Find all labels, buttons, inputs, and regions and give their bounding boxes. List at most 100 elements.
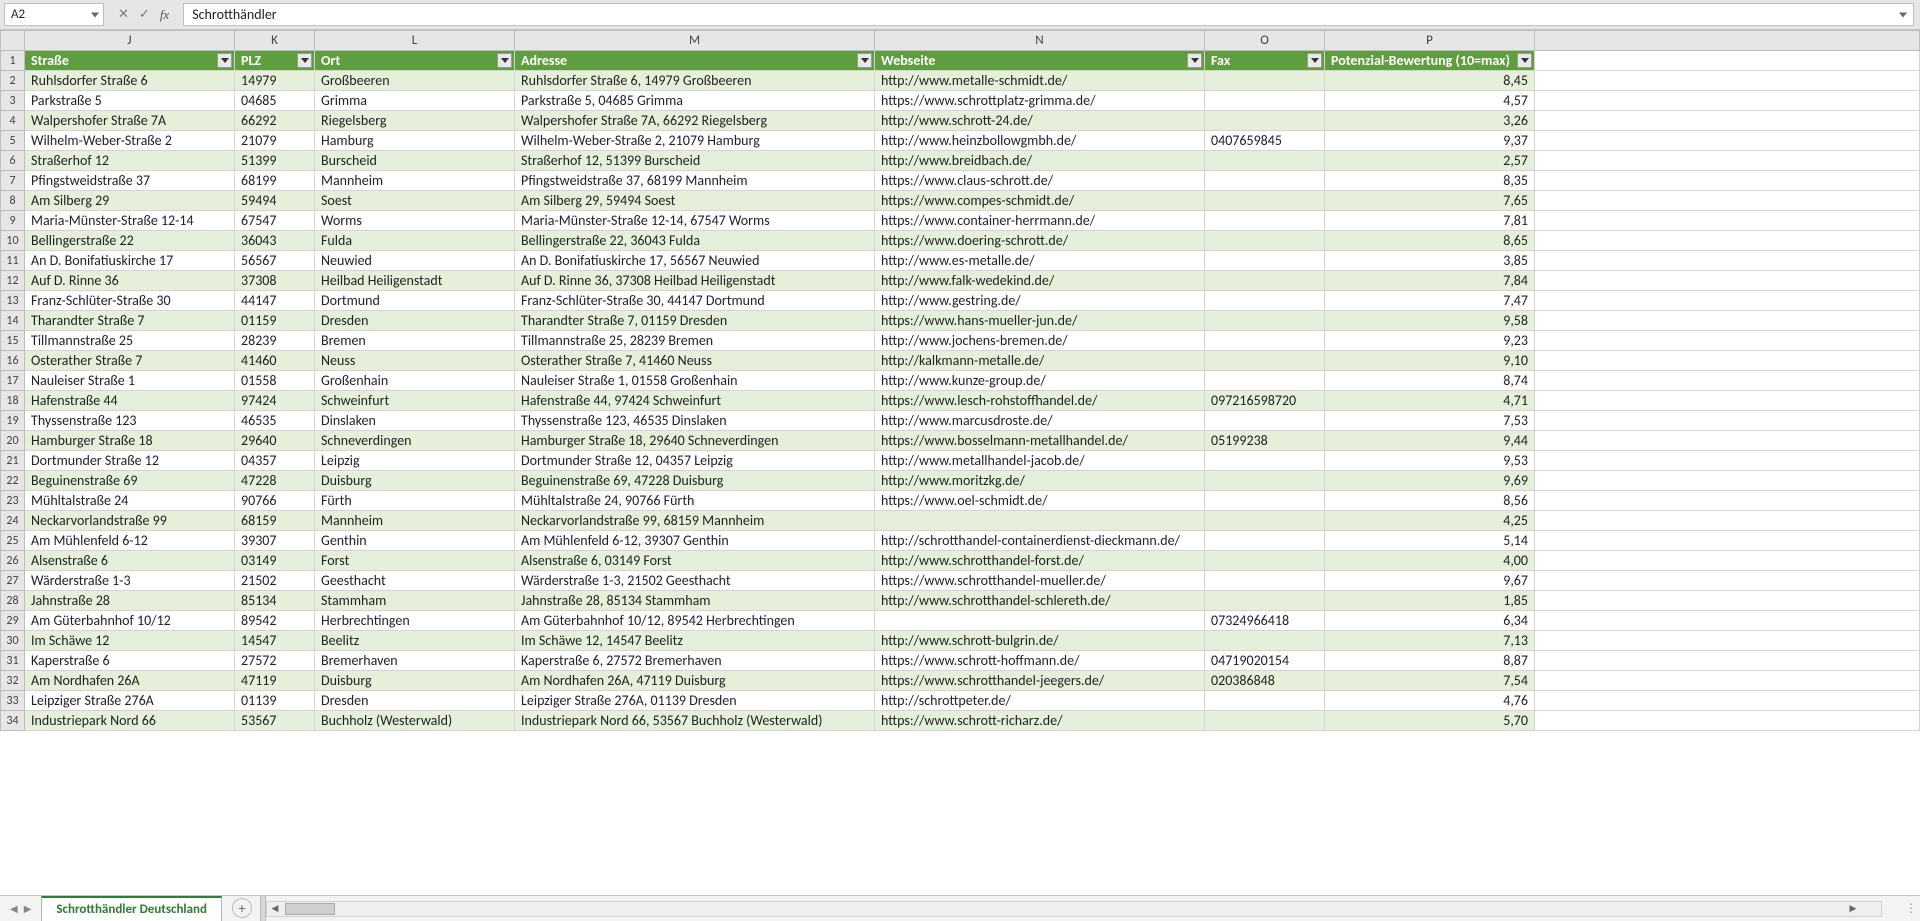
- cell[interactable]: An D. Bonifatiuskirche 17: [25, 251, 235, 271]
- empty-cell[interactable]: [1535, 531, 1920, 551]
- cell[interactable]: Fürth: [315, 491, 515, 511]
- cell[interactable]: 01159: [235, 311, 315, 331]
- cell[interactable]: Hamburger Straße 18, 29640 Schneverdinge…: [515, 431, 875, 451]
- cell[interactable]: http://www.metalle-schmidt.de/: [875, 71, 1205, 91]
- cell[interactable]: 7,84: [1325, 271, 1535, 291]
- cell[interactable]: Walpershofer Straße 7A: [25, 111, 235, 131]
- row-header[interactable]: 6: [1, 151, 25, 171]
- cell[interactable]: Pfingstweidstraße 37: [25, 171, 235, 191]
- row-header[interactable]: 5: [1, 131, 25, 151]
- filter-header-cell[interactable]: Adresse: [515, 51, 875, 71]
- cell[interactable]: Buchholz (Westerwald): [315, 711, 515, 731]
- cell[interactable]: 05199238: [1205, 431, 1325, 451]
- empty-cell[interactable]: [1535, 651, 1920, 671]
- empty-cell[interactable]: [1535, 631, 1920, 651]
- filter-header-cell[interactable]: Potenzial-Bewertung (10=max): [1325, 51, 1535, 71]
- nav-next-icon[interactable]: ▶: [24, 902, 32, 915]
- cell[interactable]: 9,23: [1325, 331, 1535, 351]
- cell[interactable]: 097216598720: [1205, 391, 1325, 411]
- empty-cell[interactable]: [1535, 471, 1920, 491]
- row-header[interactable]: 3: [1, 91, 25, 111]
- cell[interactable]: Leipziger Straße 276A: [25, 691, 235, 711]
- cell[interactable]: Worms: [315, 211, 515, 231]
- scroll-right-icon[interactable]: ▶: [1845, 902, 1861, 916]
- empty-cell[interactable]: [1535, 111, 1920, 131]
- cell[interactable]: 47228: [235, 471, 315, 491]
- cell[interactable]: Heilbad Heiligenstadt: [315, 271, 515, 291]
- cell[interactable]: Thyssenstraße 123, 46535 Dinslaken: [515, 411, 875, 431]
- cell[interactable]: 46535: [235, 411, 315, 431]
- cell[interactable]: Industriepark Nord 66, 53567 Buchholz (W…: [515, 711, 875, 731]
- cell[interactable]: http://www.heinzbollowgmbh.de/: [875, 131, 1205, 151]
- cell[interactable]: Maria-Münster-Straße 12-14, 67547 Worms: [515, 211, 875, 231]
- cell[interactable]: Auf D. Rinne 36: [25, 271, 235, 291]
- empty-cell[interactable]: [1535, 371, 1920, 391]
- cell[interactable]: [1205, 111, 1325, 131]
- fx-icon[interactable]: fx: [160, 7, 169, 23]
- row-header[interactable]: 31: [1, 651, 25, 671]
- cell[interactable]: Pfingstweidstraße 37, 68199 Mannheim: [515, 171, 875, 191]
- cell[interactable]: 66292: [235, 111, 315, 131]
- cell[interactable]: 56567: [235, 251, 315, 271]
- cell[interactable]: 36043: [235, 231, 315, 251]
- empty-cell[interactable]: [1535, 611, 1920, 631]
- cell[interactable]: Bremerhaven: [315, 651, 515, 671]
- cell[interactable]: Mühltalstraße 24: [25, 491, 235, 511]
- cell[interactable]: Franz-Schlüter-Straße 30: [25, 291, 235, 311]
- cell[interactable]: Neuss: [315, 351, 515, 371]
- column-header[interactable]: N: [875, 31, 1205, 51]
- cell[interactable]: Franz-Schlüter-Straße 30, 44147 Dortmund: [515, 291, 875, 311]
- empty-cell[interactable]: [1535, 671, 1920, 691]
- cell[interactable]: 7,65: [1325, 191, 1535, 211]
- cell[interactable]: Hamburg: [315, 131, 515, 151]
- empty-cell[interactable]: [1535, 511, 1920, 531]
- cell[interactable]: Am Mühlenfeld 6-12: [25, 531, 235, 551]
- cell[interactable]: https://www.lesch-rohstoffhandel.de/: [875, 391, 1205, 411]
- cell[interactable]: Am Nordhafen 26A: [25, 671, 235, 691]
- cell[interactable]: Mühltalstraße 24, 90766 Fürth: [515, 491, 875, 511]
- cell[interactable]: 39307: [235, 531, 315, 551]
- column-header[interactable]: L: [315, 31, 515, 51]
- cell[interactable]: Am Silberg 29: [25, 191, 235, 211]
- cell[interactable]: http://www.gestring.de/: [875, 291, 1205, 311]
- empty-cell[interactable]: [1535, 551, 1920, 571]
- cell[interactable]: Schweinfurt: [315, 391, 515, 411]
- cell[interactable]: 21079: [235, 131, 315, 151]
- empty-cell[interactable]: [1535, 231, 1920, 251]
- row-header[interactable]: 30: [1, 631, 25, 651]
- cell[interactable]: [1205, 171, 1325, 191]
- column-header[interactable]: M: [515, 31, 875, 51]
- chevron-down-icon[interactable]: [1899, 12, 1907, 17]
- cell[interactable]: Dinslaken: [315, 411, 515, 431]
- cell[interactable]: 2,57: [1325, 151, 1535, 171]
- cell[interactable]: 59494: [235, 191, 315, 211]
- cell[interactable]: [1205, 371, 1325, 391]
- cell[interactable]: Tharandter Straße 7: [25, 311, 235, 331]
- cell[interactable]: 1,85: [1325, 591, 1535, 611]
- accept-icon[interactable]: ✓: [139, 7, 150, 22]
- grid[interactable]: JKLMNOP1StraßePLZOrtAdresseWebseiteFaxPo…: [0, 30, 1920, 895]
- cell[interactable]: Beelitz: [315, 631, 515, 651]
- cell[interactable]: http://www.marcusdroste.de/: [875, 411, 1205, 431]
- row-header[interactable]: 25: [1, 531, 25, 551]
- cell[interactable]: Neuwied: [315, 251, 515, 271]
- sheet-tab-active[interactable]: Schrotthändler Deutschland: [41, 896, 222, 921]
- row-header[interactable]: 7: [1, 171, 25, 191]
- cell[interactable]: Parkstraße 5, 04685 Grimma: [515, 91, 875, 111]
- row-header[interactable]: 32: [1, 671, 25, 691]
- cell[interactable]: [1205, 591, 1325, 611]
- cell[interactable]: Dresden: [315, 311, 515, 331]
- cell[interactable]: https://www.schrott-richarz.de/: [875, 711, 1205, 731]
- filter-header-cell[interactable]: Webseite: [875, 51, 1205, 71]
- cell[interactable]: https://www.oel-schmidt.de/: [875, 491, 1205, 511]
- empty-cell[interactable]: [1535, 351, 1920, 371]
- row-header[interactable]: 21: [1, 451, 25, 471]
- cell[interactable]: Mannheim: [315, 171, 515, 191]
- cell[interactable]: Beguinenstraße 69: [25, 471, 235, 491]
- cell[interactable]: [1205, 531, 1325, 551]
- cell[interactable]: http://www.moritzkg.de/: [875, 471, 1205, 491]
- empty-cell[interactable]: [1535, 391, 1920, 411]
- formula-input[interactable]: Schrotthändler: [183, 3, 1914, 26]
- filter-button[interactable]: [1307, 53, 1322, 68]
- empty-cell[interactable]: [1535, 451, 1920, 471]
